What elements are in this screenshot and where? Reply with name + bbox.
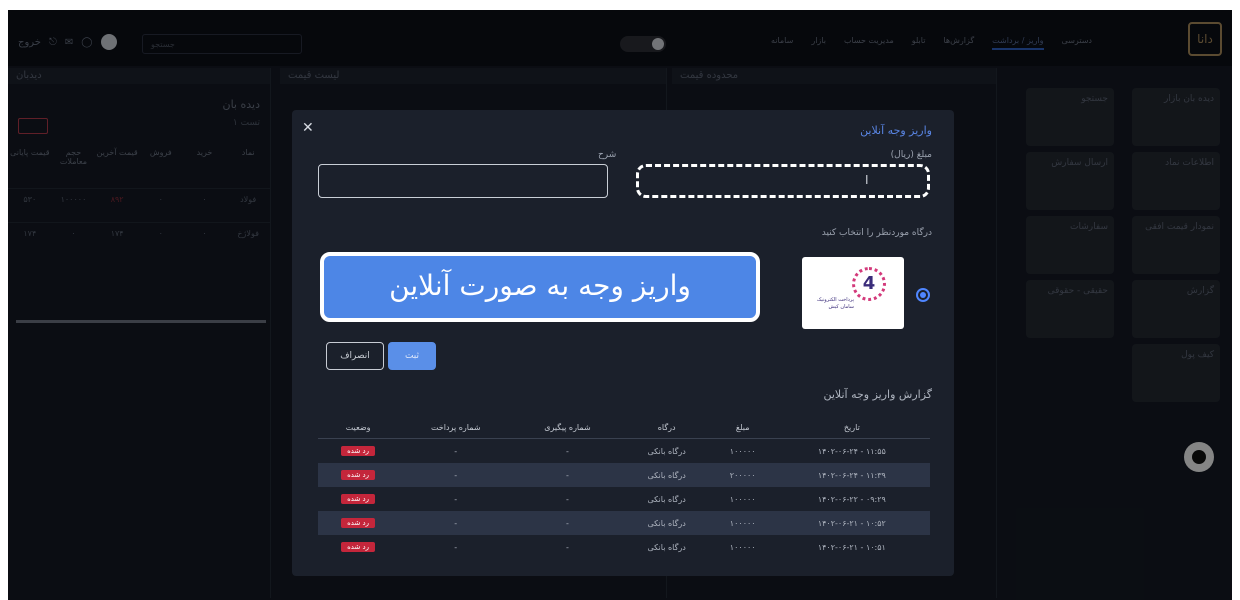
description-input[interactable] (318, 164, 608, 198)
cell: ۱۴۰۲-۰۶-۲۲ - ۰۹:۲۹ (817, 494, 886, 504)
table-row[interactable]: رد شده - - درگاه بانکی ۱۰۰۰۰۰ ۱۴۰۲-۰۶-۲۲… (318, 487, 930, 511)
cell: ۱۰۰۰۰۰ (711, 511, 774, 535)
gateway-radio[interactable] (916, 288, 930, 302)
status-badge: رد شده (341, 518, 376, 528)
close-icon[interactable]: ✕ (302, 120, 314, 136)
col-payment-number: شماره پرداخت (398, 416, 514, 439)
submit-button[interactable]: ثبت (388, 342, 436, 370)
cell: درگاه بانکی (647, 494, 686, 504)
gateway-emblem: 4 (852, 267, 886, 301)
cell: ۱۴۰۲-۰۶-۲۴ - ۱۱:۳۹ (773, 463, 930, 487)
cell: درگاه بانکی (621, 463, 712, 487)
deposit-banner: واریز وجه به صورت آنلاین (320, 252, 760, 322)
status-badge: رد شده (341, 542, 376, 552)
cell: ۲۰۰۰۰۰ (711, 463, 774, 487)
cell: درگاه بانکی (647, 446, 686, 456)
table-row[interactable]: رد شده - - درگاه بانکی ۱۰۰۰۰۰ ۱۴۰۲-۰۶-۲۱… (318, 535, 930, 559)
gateway-logo-text: پرداخت الکترونیک سامان کیش (816, 297, 854, 310)
cell: ۱۰۰۰۰۰ (729, 542, 756, 552)
text-cursor-icon: I (865, 173, 869, 187)
report-title: گزارش واریز وجه آنلاین (823, 388, 932, 401)
cell: - (454, 446, 458, 456)
status-badge: رد شده (341, 446, 376, 456)
col-gateway: درگاه (621, 416, 712, 439)
description-label: شرح (598, 150, 617, 160)
status-badge: رد شده (341, 494, 376, 504)
table-row[interactable]: رد شده - - درگاه بانکی ۲۰۰۰۰۰ ۱۴۰۲-۰۶-۲۴… (318, 463, 930, 487)
cell: - (513, 511, 622, 535)
cell: درگاه بانکی (647, 542, 686, 552)
cell: - (398, 463, 514, 487)
amount-input[interactable]: I (636, 164, 930, 198)
status-badge: رد شده (341, 470, 376, 480)
cell: ۱۰۰۰۰۰ (729, 446, 756, 456)
col-tracking-number: شماره پیگیری (513, 416, 622, 439)
cell: - (566, 494, 569, 504)
saman-kish-gateway-logo[interactable]: 4 پرداخت الکترونیک سامان کیش (802, 257, 904, 329)
cell: درگاه بانکی (621, 511, 712, 535)
cell: ۱۴۰۲-۰۶-۲۴ - ۱۱:۵۵ (817, 446, 886, 456)
cell: ۱۴۰۲-۰۶-۲۱ - ۱۰:۵۲ (773, 511, 930, 535)
cell: - (566, 542, 569, 552)
modal-title: واریز وجه آنلاین (860, 124, 932, 137)
deposit-report-table: وضعیت شماره پرداخت شماره پیگیری درگاه مب… (318, 416, 930, 559)
cell: - (454, 494, 458, 504)
col-date: تاریخ (773, 416, 930, 439)
table-header-row: وضعیت شماره پرداخت شماره پیگیری درگاه مب… (318, 416, 930, 439)
col-amount: مبلغ (711, 416, 774, 439)
cell: ۱۰۰۰۰۰ (729, 494, 756, 504)
amount-label: مبلغ (ریال) (890, 150, 932, 160)
cell: - (454, 542, 458, 552)
app-screen: دانا دسترسی واریز / برداشت گزارش‌ها تابل… (8, 10, 1232, 600)
table-row[interactable]: رد شده - - درگاه بانکی ۱۰۰۰۰۰ ۱۴۰۲-۰۶-۲۴… (318, 439, 930, 464)
online-deposit-modal: واریز وجه آنلاین ✕ مبلغ (ریال) I شرح درگ… (292, 110, 954, 576)
table-row[interactable]: رد شده - - درگاه بانکی ۱۰۰۰۰۰ ۱۴۰۲-۰۶-۲۱… (318, 511, 930, 535)
cell: - (398, 511, 514, 535)
cancel-button[interactable]: انصراف (326, 342, 384, 370)
col-status: وضعیت (318, 416, 399, 439)
gateway-label: درگاه موردنظر را انتخاب کنید (821, 228, 932, 238)
cell: - (566, 446, 569, 456)
cell: - (513, 463, 622, 487)
cell: ۱۴۰۲-۰۶-۲۱ - ۱۰:۵۱ (817, 542, 886, 552)
